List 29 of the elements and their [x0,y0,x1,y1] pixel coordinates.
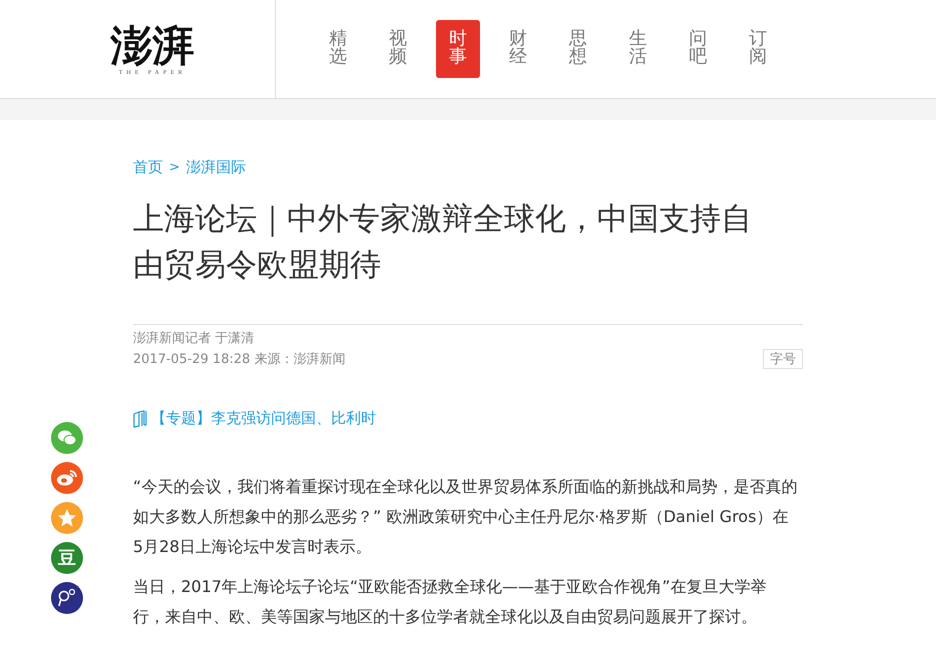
nav-tab[interactable]: 订阅 [736,20,780,78]
nav-tab[interactable]: 生活 [616,20,660,78]
share-qzone-button[interactable] [51,502,83,534]
star-icon [57,508,77,528]
article-meta: 2017-05-29 18:28 来源：澎湃新闻 [133,351,346,369]
article-title: 上海论坛｜中外专家激辩全球化，中国支持自由贸易令欧盟期待 [133,200,753,285]
nav-tab[interactable]: 视频 [376,20,420,78]
share-other-button[interactable] [51,582,83,614]
breadcrumb-link[interactable]: 澎湃国际 [186,158,246,178]
pin-icon [57,588,77,608]
eye-signal-icon [56,469,78,487]
nav-tab[interactable]: 思想 [556,20,600,78]
nav-tab[interactable]: 问吧 [676,20,720,78]
article-paragraph: 当日，2017年上海论坛子论坛“亚欧能否拯救全球化——基于亚欧合作视角”在复旦大学举行，来自中、欧、美等国家与地区的十多位学者就全球化以及自由贸易问题展开了探讨。 [133,576,768,628]
font-size-button[interactable]: 字号 [763,349,803,369]
share-weibo-button[interactable] [51,462,83,494]
breadcrumb-separator: > [169,159,180,177]
topic-link[interactable]: 【专题】李克强访问德国、比利时 [151,409,376,428]
nav-tab[interactable]: 财经 [496,20,540,78]
pages-icon [133,410,149,428]
share-wechat-button[interactable] [51,422,83,454]
article-paragraph: “今天的会议，我们将着重探讨现在全球化以及世界贸易体系所面临的新挑战和局势，是否真的如大多数人所想象中的那么恶劣？” 欧洲政策研究中心主任丹尼尔·格罗斯（Daniel Gros）在5月28日上海论坛中发言时表示。 [133,476,798,558]
share-douban-button[interactable]: 豆 [51,542,83,574]
logo-title: 澎湃 [110,22,194,70]
article-author: 澎湃新闻记者 于潇清 [133,330,256,348]
nav-tab[interactable]: 时事 [436,20,480,78]
breadcrumb-link[interactable]: 首页 [133,158,163,178]
nav-tab[interactable]: 精选 [316,20,360,78]
chat-bubbles-icon [57,429,77,447]
